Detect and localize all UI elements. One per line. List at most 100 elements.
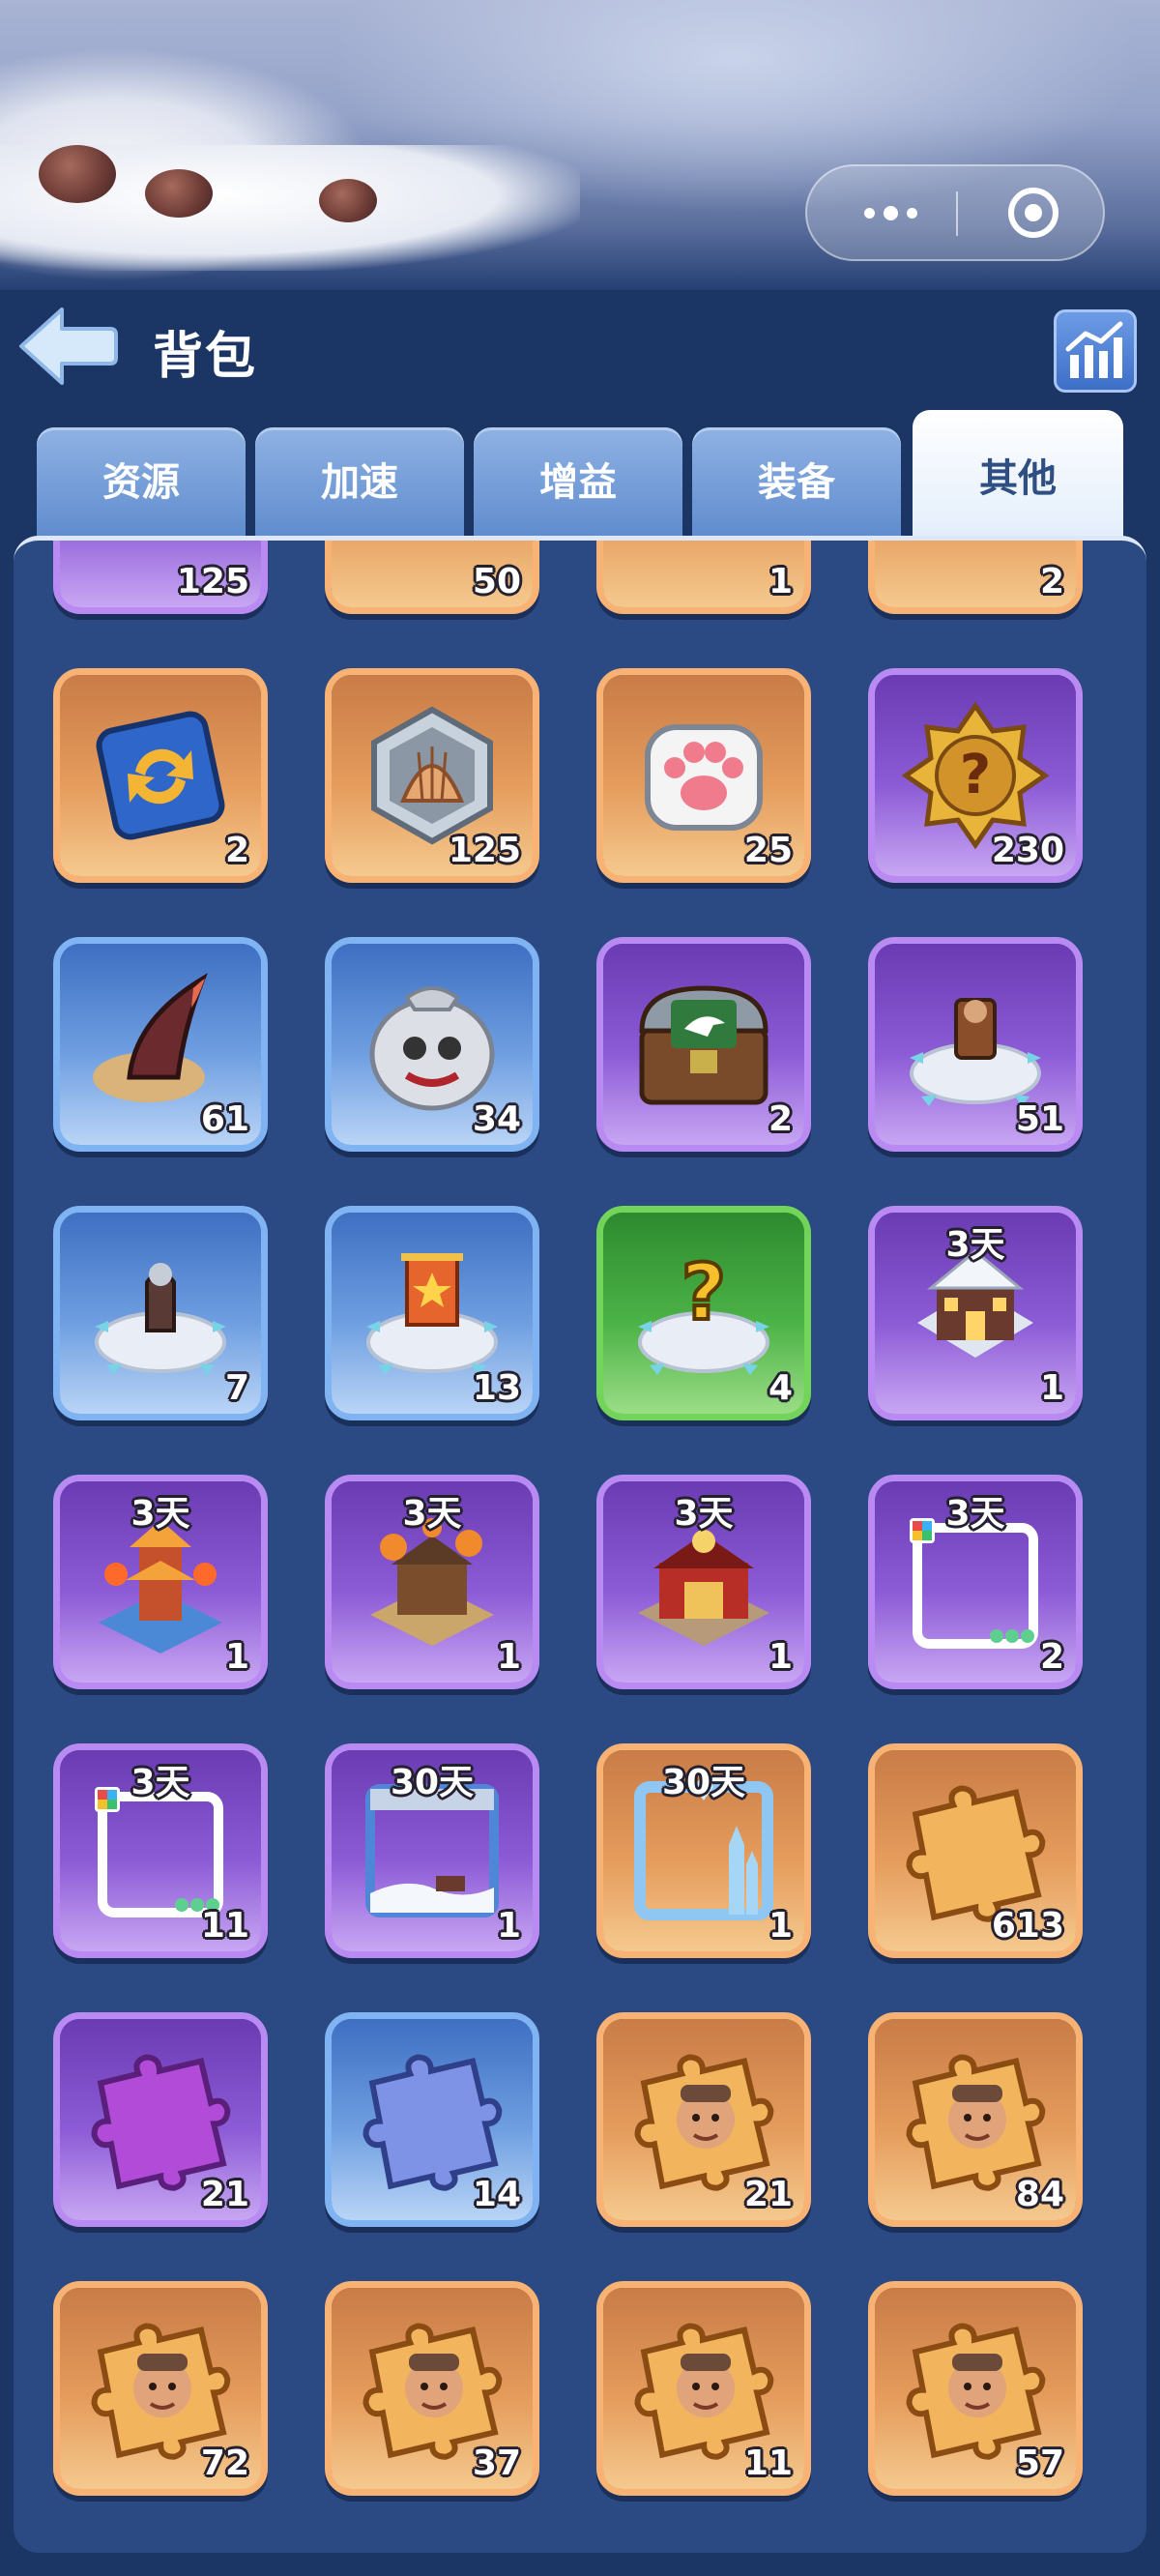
item-quantity: 613 xyxy=(991,1906,1064,1946)
inventory-item[interactable]: 3天 1 xyxy=(868,1206,1083,1420)
inventory-item[interactable]: 34 xyxy=(325,937,539,1152)
item-quantity: 125 xyxy=(448,831,521,870)
item-timer: 30天 xyxy=(390,1763,475,1802)
inventory-item[interactable]: 3天 11 xyxy=(53,1743,268,1958)
item-quantity: 1 xyxy=(496,1906,521,1946)
close-target-icon[interactable] xyxy=(1008,188,1058,238)
item-quantity: 1 xyxy=(768,1906,793,1946)
inventory-item[interactable]: 2 xyxy=(868,541,1083,614)
item-quantity: 34 xyxy=(472,1099,521,1139)
item-timer: 3天 xyxy=(945,1494,1005,1534)
tab-equipment[interactable]: 装备 xyxy=(692,427,901,540)
miniprogram-capsule xyxy=(805,164,1105,261)
inventory-item[interactable]: 125 xyxy=(53,541,268,614)
inventory-panel[interactable]: 125 50 1 2 2 125 25? 230 61 34 2 51 7 13? 4 3天 1 3天 1 3天 1 3天… xyxy=(14,536,1146,2553)
item-quantity: 84 xyxy=(1015,2175,1064,2214)
item-grid: 125 50 1 2 2 125 25? 230 61 34 2 51 7 13? 4 3天 1 3天 1 3天 1 3天… xyxy=(14,541,1146,2553)
back-arrow-icon[interactable] xyxy=(14,300,120,393)
rock-decoration xyxy=(145,169,213,218)
inventory-item[interactable]: 613 xyxy=(868,1743,1083,1958)
item-quantity: 1 xyxy=(768,562,793,601)
item-quantity: 13 xyxy=(472,1368,521,1408)
rock-decoration xyxy=(39,145,116,203)
item-timer: 3天 xyxy=(130,1494,190,1534)
item-quantity: 72 xyxy=(200,2444,249,2483)
inventory-item[interactable]: ? 230 xyxy=(868,668,1083,883)
item-quantity: 125 xyxy=(176,562,249,601)
tab-label: 加速 xyxy=(321,460,398,505)
item-quantity: 2 xyxy=(768,1099,793,1139)
item-quantity: 11 xyxy=(200,1906,249,1946)
inventory-item[interactable]: 1 xyxy=(596,541,811,614)
item-quantity: 37 xyxy=(472,2444,521,2483)
swap-card-icon xyxy=(77,692,244,859)
more-menu-icon[interactable] xyxy=(852,166,929,259)
partial-item-icon xyxy=(892,541,1058,590)
item-timer: 3天 xyxy=(402,1494,462,1534)
inventory-item[interactable]: 72 xyxy=(53,2281,268,2496)
tab-boosts[interactable]: 增益 xyxy=(474,427,682,540)
inventory-item[interactable]: 57 xyxy=(868,2281,1083,2496)
tab-label: 资源 xyxy=(102,460,180,505)
item-quantity: 25 xyxy=(743,831,793,870)
tab-label: 其他 xyxy=(979,456,1057,501)
svg-text:?: ? xyxy=(960,744,991,806)
item-timer: 30天 xyxy=(661,1763,746,1802)
item-quantity: 1 xyxy=(224,1637,249,1677)
inventory-item[interactable]: 11 xyxy=(596,2281,811,2496)
item-quantity: 2 xyxy=(224,831,249,870)
tab-label: 装备 xyxy=(758,460,835,505)
inventory-item[interactable]: 3天 1 xyxy=(53,1475,268,1689)
inventory-item[interactable]: 30天 1 xyxy=(325,1743,539,1958)
tab-label: 增益 xyxy=(539,460,617,505)
inventory-item[interactable]: 51 xyxy=(868,937,1083,1152)
eagle-chest-icon xyxy=(621,961,787,1127)
item-quantity: 2 xyxy=(1039,562,1064,601)
inventory-item[interactable]: 30天 1 xyxy=(596,1743,811,1958)
inventory-item[interactable]: 21 xyxy=(596,2012,811,2227)
item-quantity: 57 xyxy=(1015,2444,1064,2483)
tab-resources[interactable]: 资源 xyxy=(37,427,246,540)
item-quantity: 2 xyxy=(1039,1637,1064,1677)
item-quantity: 230 xyxy=(991,831,1064,870)
inventory-item[interactable]: 84 xyxy=(868,2012,1083,2227)
item-quantity: 11 xyxy=(743,2444,793,2483)
inventory-item[interactable]: 61 xyxy=(53,937,268,1152)
inventory-item[interactable]: 3天 1 xyxy=(596,1475,811,1689)
inventory-item[interactable]: 21 xyxy=(53,2012,268,2227)
stats-chart-icon[interactable] xyxy=(1054,309,1137,393)
item-timer: 3天 xyxy=(130,1763,190,1802)
item-quantity: 51 xyxy=(1015,1099,1064,1139)
inventory-item[interactable]: 25 xyxy=(596,668,811,883)
tab-other[interactable]: 其他 xyxy=(913,410,1123,540)
inventory-item[interactable]: 14 xyxy=(325,2012,539,2227)
item-quantity: 21 xyxy=(200,2175,249,2214)
random-relocation-icon: ? xyxy=(621,1230,787,1396)
inventory-item[interactable]: 3天 2 xyxy=(868,1475,1083,1689)
inventory-item[interactable]: ? 4 xyxy=(596,1206,811,1420)
statue-relocation-icon xyxy=(77,1230,244,1396)
top-banner xyxy=(0,0,1160,290)
inventory-item[interactable]: 125 xyxy=(325,668,539,883)
item-quantity: 1 xyxy=(496,1637,521,1677)
rock-decoration xyxy=(319,179,377,222)
item-quantity: 61 xyxy=(200,1099,249,1139)
inventory-item[interactable]: 2 xyxy=(53,668,268,883)
inventory-item[interactable]: 2 xyxy=(596,937,811,1152)
item-quantity: 4 xyxy=(768,1368,793,1408)
item-quantity: 7 xyxy=(224,1368,249,1408)
inventory-item[interactable]: 7 xyxy=(53,1206,268,1420)
capsule-divider xyxy=(956,191,958,236)
item-quantity: 1 xyxy=(768,1637,793,1677)
partial-item-icon xyxy=(621,541,787,590)
inventory-item[interactable]: 3天 1 xyxy=(325,1475,539,1689)
inventory-item[interactable]: 37 xyxy=(325,2281,539,2496)
tab-speedups[interactable]: 加速 xyxy=(255,427,464,540)
item-quantity: 21 xyxy=(743,2175,793,2214)
item-timer: 3天 xyxy=(674,1494,734,1534)
page-title: 背包 xyxy=(153,328,258,386)
inventory-item[interactable]: 13 xyxy=(325,1206,539,1420)
inventory-item[interactable]: 50 xyxy=(325,541,539,614)
item-quantity: 50 xyxy=(472,562,521,601)
item-timer: 3天 xyxy=(945,1225,1005,1265)
